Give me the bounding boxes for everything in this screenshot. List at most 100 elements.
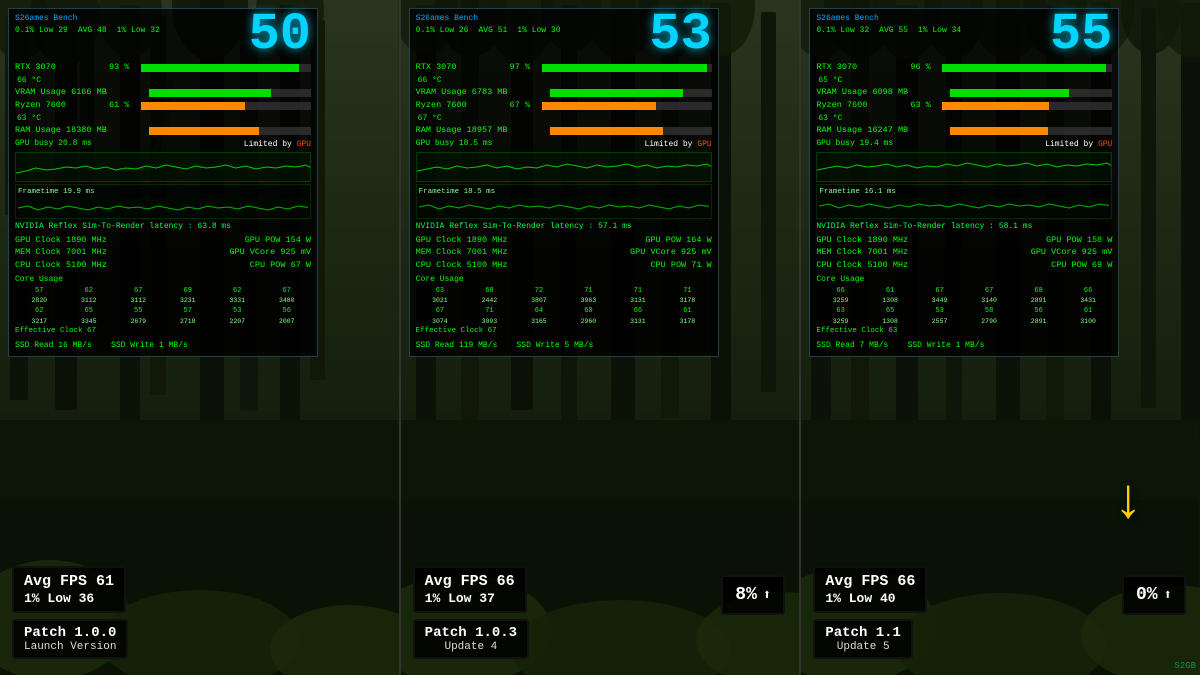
fps-display-2: 53 <box>649 9 711 61</box>
patch-box-3: Patch 1.1 Update 5 <box>813 619 913 659</box>
row1-right-1: 1% Low 32 <box>117 25 160 36</box>
low1pct-3: 1% Low 40 <box>825 591 915 606</box>
cores-sub2-2: 307430933165296031313178 <box>416 317 712 327</box>
cores-row2-3: 636553585661 <box>816 306 1112 317</box>
stats-1: NVIDIA Reflex Sim-To-Render latency : 63… <box>15 221 311 352</box>
frametime-graph-3 <box>819 198 1109 216</box>
fps-graph-2 <box>416 152 712 182</box>
fps-graph-1 <box>15 152 311 182</box>
fps-display-3: 55 <box>1050 9 1112 61</box>
gpu-temp-1: 66 °C <box>17 75 311 86</box>
fps-graph-3 <box>816 152 1112 182</box>
gpu-pct-2: 97 % <box>510 62 538 74</box>
avg-fps-2: Avg FPS 66 <box>425 573 515 591</box>
reflex-1: NVIDIA Reflex Sim-To-Render latency : 63… <box>15 221 311 233</box>
vram-bar-1 <box>149 89 311 97</box>
gpu-name-2: RTX 3070 <box>416 62 506 74</box>
limited-by-1: Limited by GPU <box>244 139 311 150</box>
gpu-bar-3 <box>942 64 1112 72</box>
cpu-temp-2: 67 °C <box>418 113 712 124</box>
gpu-pct-1: 93 % <box>109 62 137 74</box>
ram-bar-1 <box>149 127 311 135</box>
ssd-row-2: SSD Read 119 MB/s SSD Write 5 MB/s <box>416 340 712 352</box>
cpu-bar-2 <box>542 102 712 110</box>
row1-left-2: 0.1% Low 26 <box>416 25 469 36</box>
ram-bar-3 <box>950 127 1112 135</box>
cores-row1-3: 666167676866 <box>816 286 1112 297</box>
patch-title-1: Patch 1.0.0 <box>24 625 116 641</box>
core-usage-3: Core Usage 666167676866 3259130834493140… <box>816 274 1112 338</box>
cores-row2-2: 677164606661 <box>416 306 712 317</box>
cpu-temp-1: 63 °C <box>17 113 311 124</box>
gpu-busy-3: GPU busy 19.4 ms <box>816 138 893 150</box>
patch-sub-1: Launch Version <box>24 641 116 653</box>
gpu-bar-1 <box>141 64 311 72</box>
patch-sub-2: Update 4 <box>425 641 517 653</box>
up-arrow-3: ⬆ <box>1164 587 1172 604</box>
cpu-temp-3: 63 °C <box>818 113 1112 124</box>
vram-label-3: VRAM Usage 6098 MB <box>816 87 946 99</box>
core-usage-2: Core Usage 636872717171 3021244238073963… <box>416 274 712 338</box>
cpu-pct-1: 61 % <box>109 100 137 112</box>
watermark: S2GB <box>1174 661 1196 671</box>
vram-label-1: VRAM Usage 6166 MB <box>15 87 145 99</box>
frametime-label-1: Frametime 19.9 ms <box>18 187 308 198</box>
pct-num-3: 0% <box>1136 585 1158 605</box>
yellow-arrow: ↓ <box>1111 474 1145 530</box>
patch-sub-3: Update 5 <box>825 641 901 653</box>
fps-box-2: Avg FPS 66 1% Low 37 <box>413 566 527 613</box>
limited-by-3: Limited by GPU <box>1045 139 1112 150</box>
gpu-name-3: RTX 3070 <box>816 62 906 74</box>
panel-1: S26ames Bench 0.1% Low 29 AVG 48 1% Low … <box>0 0 401 675</box>
avg-label-2: AVG 51 <box>478 25 507 36</box>
cpu-pct-3: 63 % <box>910 100 938 112</box>
cores-row1-2: 636872717171 <box>416 286 712 297</box>
avg-fps-1: Avg FPS 61 <box>24 573 114 591</box>
cores-row1-1: 576267696267 <box>15 286 311 297</box>
low1pct-1: 1% Low 36 <box>24 591 114 606</box>
gpu-pct-3: 96 % <box>910 62 938 74</box>
pct-num-2: 8% <box>735 585 757 605</box>
gpu-temp-3: 65 °C <box>818 75 1112 86</box>
up-arrow-2: ⬆ <box>763 587 771 604</box>
limited-by-2: Limited by GPU <box>644 139 711 150</box>
fps-box-1: Avg FPS 61 1% Low 36 <box>12 566 126 613</box>
ssd-row-3: SSD Read 7 MB/s SSD Write 1 MB/s <box>816 340 1112 352</box>
stats-3: NVIDIA Reflex Sim-To-Render latency : 58… <box>816 221 1112 352</box>
ram-label-1: RAM Usage 18380 MB <box>15 125 145 137</box>
fps-box-3: Avg FPS 66 1% Low 40 <box>813 566 927 613</box>
cpu-name-3: Ryzen 7600 <box>816 100 906 112</box>
vram-label-2: VRAM Usage 6783 MB <box>416 87 546 99</box>
cpu-bar-1 <box>141 102 311 110</box>
gpu-name-1: RTX 3070 <box>15 62 105 74</box>
ssd-row-1: SSD Read 16 MB/s SSD Write 1 MB/s <box>15 340 311 352</box>
pct-badge-2: 8% ⬆ <box>721 575 785 615</box>
low1pct-2: 1% Low 37 <box>425 591 515 606</box>
panel-3: S26ames Bench 0.1% Low 32 AVG 55 1% Low … <box>801 0 1200 675</box>
cores-sub1-3: 325913083449314028913431 <box>816 296 1112 306</box>
main-scene: S26ames Bench 0.1% Low 29 AVG 48 1% Low … <box>0 0 1200 675</box>
reflex-2: NVIDIA Reflex Sim-To-Render latency : 57… <box>416 221 712 233</box>
row1-left-3: 0.1% Low 32 <box>816 25 869 36</box>
vram-bar-2 <box>550 89 712 97</box>
gpu-busy-2: GPU busy 18.5 ms <box>416 138 493 150</box>
avg-label-3: AVG 55 <box>879 25 908 36</box>
row1-right-3: 1% Low 34 <box>918 25 961 36</box>
frametime-section-1: Frametime 19.9 ms <box>15 184 311 219</box>
gpu-bar-2 <box>542 64 712 72</box>
gpu-busy-1: GPU busy 20.8 ms <box>15 138 92 150</box>
frametime-graph-2 <box>419 198 709 216</box>
hud-3: S26ames Bench 0.1% Low 32 AVG 55 1% Low … <box>809 8 1119 357</box>
frametime-graph-1 <box>18 198 308 216</box>
row1-left-1: 0.1% Low 29 <box>15 25 68 36</box>
pct-badge-3: 0% ⬆ <box>1122 575 1186 615</box>
hud-2: S26ames Bench 0.1% Low 26 AVG 51 1% Low … <box>409 8 719 357</box>
cores-row2-1: 626555575356 <box>15 306 311 317</box>
reflex-3: NVIDIA Reflex Sim-To-Render latency : 58… <box>816 221 1112 233</box>
cpu-name-2: Ryzen 7600 <box>416 100 506 112</box>
patch-box-2: Patch 1.0.3 Update 4 <box>413 619 529 659</box>
frametime-section-3: Frametime 16.1 ms <box>816 184 1112 219</box>
patch-box-1: Patch 1.0.0 Launch Version <box>12 619 128 659</box>
cores-sub2-1: 321733452679271822072007 <box>15 317 311 327</box>
ram-label-2: RAM Usage 18957 MB <box>416 125 546 137</box>
